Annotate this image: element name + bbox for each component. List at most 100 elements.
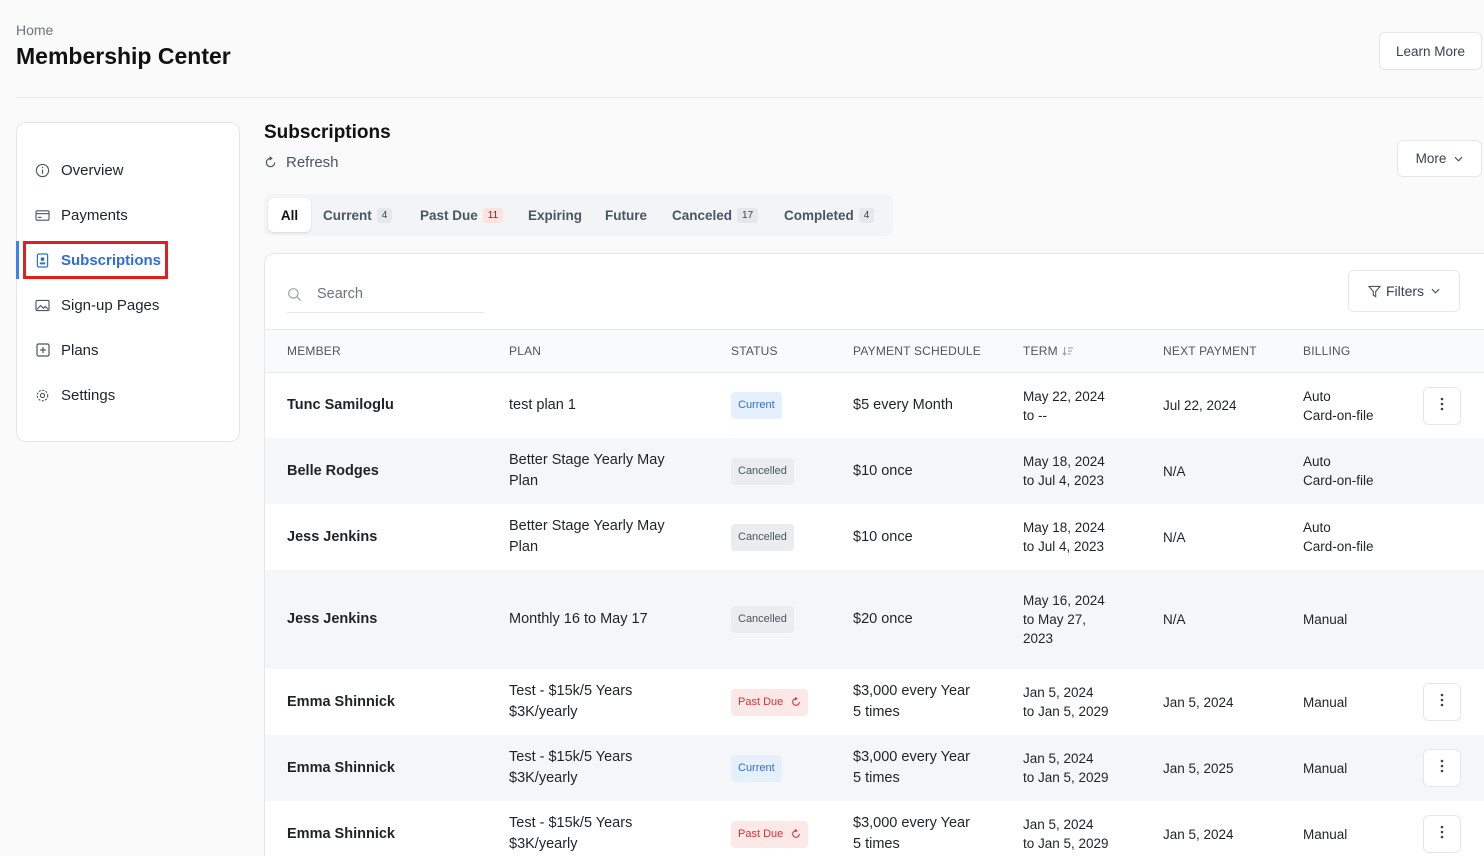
- member-name[interactable]: Emma Shinnick: [287, 735, 395, 801]
- term: May 18, 2024 to Jul 4, 2023: [1023, 438, 1105, 504]
- term-lines: Jan 5, 2024 to Jan 5, 2029: [1023, 749, 1109, 787]
- row-actions-button[interactable]: [1423, 387, 1461, 425]
- billing-line: Manual: [1303, 694, 1348, 710]
- billing: Auto Card-on-file: [1303, 373, 1374, 438]
- tab-past-due[interactable]: Past Due 11: [420, 198, 504, 232]
- sort-icon: [1062, 346, 1074, 356]
- plan-name-lines: test plan 1: [509, 395, 576, 416]
- column-header-label: TERM: [1023, 344, 1058, 358]
- table-row[interactable]: Belle Rodges Better Stage Yearly May Plan C…: [265, 438, 1484, 504]
- sidebar-item-label: Payments: [61, 206, 128, 224]
- row-actions-button[interactable]: [1423, 683, 1461, 721]
- tab-label: Future: [605, 207, 647, 223]
- filters-button[interactable]: Filters: [1348, 270, 1460, 312]
- chevron-down-icon: [1431, 288, 1440, 294]
- payment-schedule: $20 once: [853, 570, 913, 669]
- column-header-payment-schedule[interactable]: PAYMENT SCHEDULE: [853, 330, 981, 372]
- image-icon: [35, 298, 50, 313]
- tab-count-badge: 17: [737, 207, 759, 223]
- sidebar-item-payments[interactable]: Payments: [17, 197, 239, 233]
- payment-schedule-line: 5 times: [853, 836, 900, 852]
- tab-canceled[interactable]: Canceled 17: [672, 198, 759, 232]
- billing: Manual: [1303, 801, 1347, 856]
- status-cell: Cancelled: [731, 438, 794, 504]
- column-header-billing[interactable]: BILLING: [1303, 330, 1350, 372]
- row-actions-button[interactable]: [1423, 749, 1461, 787]
- plan-name-line: Test - $15k/5 Years: [509, 815, 633, 831]
- breadcrumb[interactable]: Home: [16, 22, 231, 38]
- term-line: to Jul 4, 2023: [1023, 539, 1105, 554]
- member-name[interactable]: Emma Shinnick: [287, 801, 395, 856]
- chevron-down-icon: [1454, 156, 1463, 162]
- plan-name-line: $3K/yearly: [509, 704, 578, 720]
- term-line: Jan 5, 2024: [1023, 751, 1094, 766]
- member-name[interactable]: Jess Jenkins: [287, 504, 377, 570]
- tab-completed[interactable]: Completed 4: [784, 198, 875, 232]
- refresh-label: Refresh: [286, 154, 339, 171]
- column-header-plan[interactable]: PLAN: [509, 330, 541, 372]
- tab-label: Past Due: [420, 207, 478, 223]
- term: May 22, 2024 to --: [1023, 373, 1105, 438]
- tab-count-badge: 11: [482, 207, 504, 223]
- search-input[interactable]: [317, 286, 467, 302]
- plan-name-line: Monthly 16 to May 17: [509, 611, 648, 627]
- table-row[interactable]: Jess Jenkins Better Stage Yearly May Plan C…: [265, 504, 1484, 570]
- term-lines: May 22, 2024 to --: [1023, 387, 1105, 425]
- billing: Manual: [1303, 570, 1347, 669]
- billing-line: Manual: [1303, 612, 1348, 627]
- plan-name: Better Stage Yearly May Plan: [509, 438, 665, 504]
- sidebar-item-subscriptions[interactable]: Subscriptions: [17, 242, 239, 278]
- table-row[interactable]: Emma Shinnick Test - $15k/5 Years $3K/year…: [265, 801, 1484, 856]
- member-name[interactable]: Tunc Samiloglu: [287, 373, 394, 438]
- sidebar-nav: Overview Payments Subscriptions Sign-up …: [16, 122, 240, 442]
- page-header: Home Membership Center: [16, 22, 231, 70]
- id-badge-icon: [35, 252, 50, 268]
- more-button[interactable]: More: [1397, 140, 1482, 177]
- member-name[interactable]: Emma Shinnick: [287, 669, 395, 735]
- next-payment: Jan 5, 2025: [1163, 760, 1234, 776]
- column-header-member[interactable]: MEMBER: [287, 330, 341, 372]
- term-line: to Jan 5, 2029: [1023, 704, 1109, 719]
- tab-label: Canceled: [672, 207, 733, 223]
- column-header-term[interactable]: TERM: [1023, 330, 1074, 372]
- row-actions-button[interactable]: [1423, 815, 1461, 853]
- table-row[interactable]: Emma Shinnick Test - $15k/5 Years $3K/year…: [265, 735, 1484, 801]
- tab-all[interactable]: All: [268, 198, 311, 232]
- refresh-button[interactable]: Refresh: [264, 154, 339, 171]
- learn-more-button[interactable]: Learn More: [1379, 32, 1482, 70]
- sidebar-item-settings[interactable]: Settings: [17, 377, 239, 413]
- sidebar-item-label: Settings: [61, 386, 116, 404]
- payment-schedule: $5 every Month: [853, 373, 953, 438]
- tab-future[interactable]: Future: [605, 198, 647, 232]
- sidebar-item-signup-pages[interactable]: Sign-up Pages: [17, 287, 239, 323]
- table-row[interactable]: Emma Shinnick Test - $15k/5 Years $3K/year…: [265, 669, 1484, 735]
- payment-schedule-lines: $3,000 every Year 5 times: [853, 813, 970, 855]
- table-row[interactable]: Jess Jenkins Monthly 16 to May 17 Cancelle…: [265, 570, 1484, 669]
- sidebar-item-plans[interactable]: Plans: [17, 332, 239, 368]
- tab-expiring[interactable]: Expiring: [528, 198, 582, 232]
- term-line: to May 27,: [1023, 612, 1087, 627]
- payment-schedule-lines: $5 every Month: [853, 395, 953, 416]
- member-name[interactable]: Belle Rodges: [287, 438, 379, 504]
- status-cell: Cancelled: [731, 570, 794, 669]
- next-payment: Jul 22, 2024: [1163, 398, 1237, 413]
- column-header-next-payment[interactable]: NEXT PAYMENT: [1163, 330, 1257, 372]
- billing: Manual: [1303, 669, 1347, 735]
- plan-name-line: Test - $15k/5 Years: [509, 749, 633, 765]
- billing-lines: Manual: [1303, 610, 1347, 629]
- status-cell: Past Due: [731, 801, 809, 856]
- status-badge: Cancelled: [731, 523, 794, 551]
- payment-schedule: $3,000 every Year 5 times: [853, 735, 970, 801]
- plan-name-lines: Test - $15k/5 Years $3K/yearly: [509, 747, 632, 789]
- table-row[interactable]: Tunc Samiloglu test plan 1 Current $5 every…: [265, 373, 1484, 438]
- tab-count-badge: 4: [858, 207, 875, 223]
- status-cell: Current: [731, 735, 782, 801]
- payment-schedule-lines: $10 once: [853, 527, 913, 548]
- column-header-status[interactable]: STATUS: [731, 330, 778, 372]
- next-payment: N/A: [1163, 529, 1186, 545]
- member-name[interactable]: Jess Jenkins: [287, 570, 377, 669]
- term-line: May 18, 2024: [1023, 454, 1105, 469]
- tab-current[interactable]: Current 4: [323, 198, 393, 232]
- tab-label: All: [280, 207, 299, 223]
- sidebar-item-overview[interactable]: Overview: [17, 152, 239, 188]
